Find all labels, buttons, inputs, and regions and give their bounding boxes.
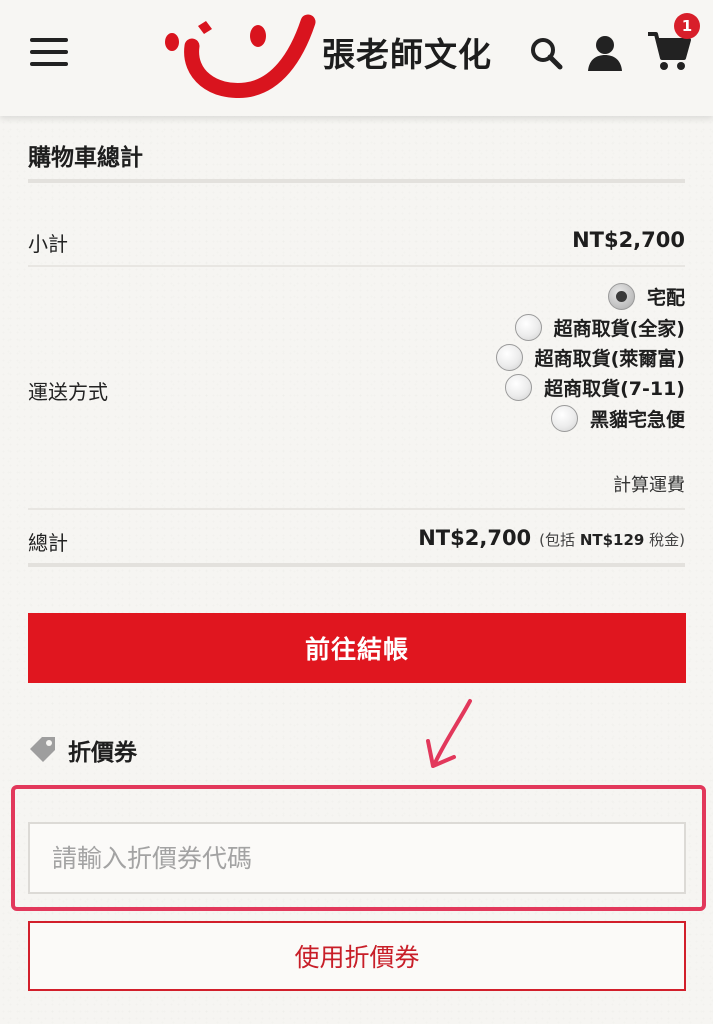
shipping-label: 運送方式 xyxy=(28,380,108,404)
shipping-option-label: 宅配 xyxy=(646,286,685,309)
annotation-arrow-icon xyxy=(426,699,472,768)
brand-logo-icon[interactable] xyxy=(158,12,318,98)
subtotal-value: NT$2,700 xyxy=(572,228,685,252)
divider xyxy=(28,265,685,267)
subtotal-label: 小計 xyxy=(28,232,68,256)
checkout-button[interactable]: 前往結帳 xyxy=(28,613,686,683)
radio-icon[interactable] xyxy=(505,373,533,401)
tax-note: (包括 NT$129 稅金) xyxy=(539,529,685,550)
shipping-option-label: 超商取貨(全家) xyxy=(553,317,685,340)
title-divider xyxy=(28,179,685,183)
total-value: NT$2,700 xyxy=(418,526,532,550)
coupon-title: 折價券 xyxy=(68,740,137,766)
total-value-row: NT$2,700 (包括 NT$129 稅金) xyxy=(418,526,685,550)
brand-name[interactable]: 張老師文化 xyxy=(322,28,492,76)
tax-amount: NT$129 xyxy=(579,531,645,549)
site-header: 張老師文化 1 xyxy=(0,0,713,116)
divider xyxy=(28,508,685,510)
search-icon[interactable] xyxy=(528,35,564,71)
shipping-option-711[interactable]: 超商取貨(7-11) xyxy=(505,373,685,401)
radio-icon[interactable] xyxy=(550,404,578,432)
user-icon[interactable] xyxy=(585,33,625,73)
total-label: 總計 xyxy=(28,531,68,555)
apply-coupon-button[interactable]: 使用折價券 xyxy=(28,921,686,991)
coupon-header: 折價券 xyxy=(28,733,137,767)
shipping-option-hilife[interactable]: 超商取貨(萊爾富) xyxy=(495,343,685,371)
shipping-option-label: 超商取貨(7-11) xyxy=(544,377,685,400)
tax-suffix: 稅金) xyxy=(649,531,685,549)
divider xyxy=(28,563,685,567)
shipping-option-label: 超商取貨(萊爾富) xyxy=(534,347,685,370)
tax-prefix: (包括 xyxy=(539,531,576,549)
radio-checked-icon[interactable] xyxy=(607,282,635,310)
shipping-option-black-cat[interactable]: 黑貓宅急便 xyxy=(550,404,685,432)
radio-icon[interactable] xyxy=(495,343,523,371)
shipping-option-label: 黑貓宅急便 xyxy=(589,408,685,431)
shipping-option-home-delivery[interactable]: 宅配 xyxy=(607,282,685,310)
calculate-shipping-link[interactable]: 計算運費 xyxy=(613,471,685,497)
radio-icon[interactable] xyxy=(514,313,542,341)
menu-icon[interactable] xyxy=(30,38,70,68)
cart-totals-title: 購物車總計 xyxy=(28,145,143,171)
cart-count-badge: 1 xyxy=(674,13,700,39)
shipping-option-familymart[interactable]: 超商取貨(全家) xyxy=(514,313,685,341)
tag-icon xyxy=(30,737,55,762)
coupon-code-input[interactable] xyxy=(28,822,686,894)
